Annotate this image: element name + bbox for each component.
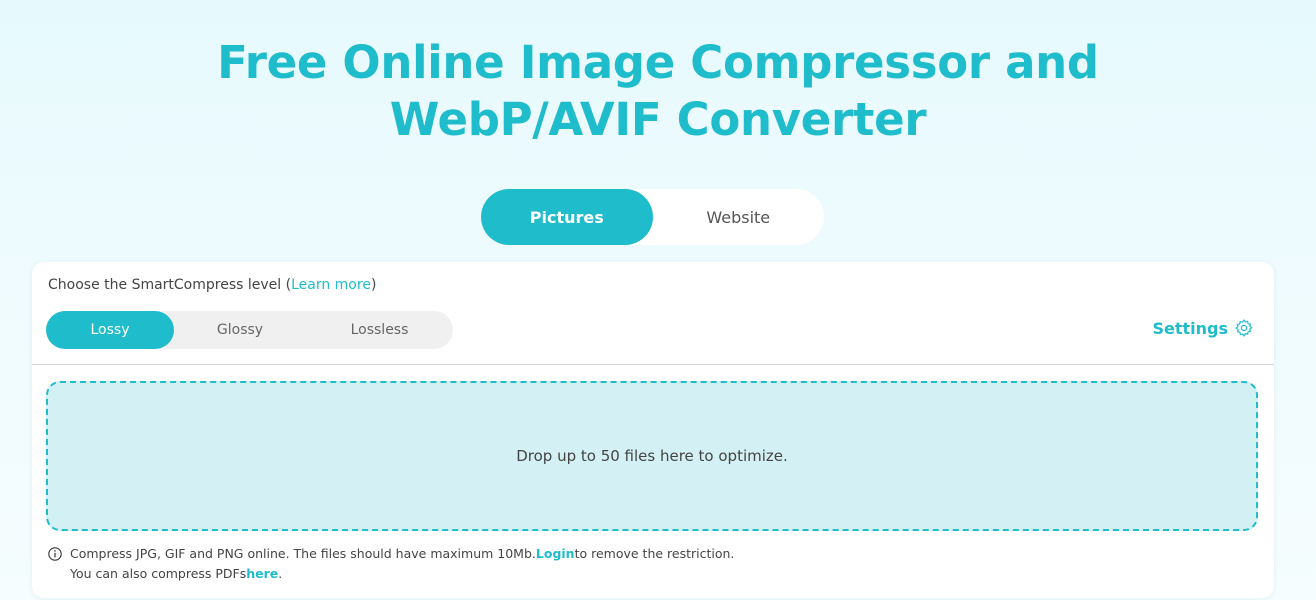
level-lossy-button[interactable]: Lossy bbox=[46, 311, 174, 349]
settings-button[interactable]: Settings bbox=[1152, 318, 1254, 338]
gear-icon bbox=[1234, 318, 1254, 338]
page-title: Free Online Image Compressor and WebP/AV… bbox=[0, 34, 1316, 148]
learn-more-link[interactable]: Learn more bbox=[291, 277, 371, 293]
page-title-line1: Free Online Image Compressor and bbox=[217, 36, 1099, 89]
compress-level-label-suffix: ) bbox=[370, 277, 377, 293]
info-line-2-suffix: . bbox=[278, 566, 283, 581]
info-line-2: You can also compress PDFs here. bbox=[48, 564, 734, 584]
info-line-1-text: Compress JPG, GIF and PNG online. The fi… bbox=[70, 546, 536, 561]
divider bbox=[32, 364, 1274, 365]
compressor-card: Choose the SmartCompress level (Learn mo… bbox=[32, 262, 1274, 598]
settings-label: Settings bbox=[1152, 318, 1228, 338]
pdf-here-link[interactable]: here bbox=[246, 564, 278, 584]
info-line-1: Compress JPG, GIF and PNG online. The fi… bbox=[48, 544, 734, 564]
level-glossy-button[interactable]: Glossy bbox=[174, 311, 306, 349]
compress-level-label: Choose the SmartCompress level (Learn mo… bbox=[48, 277, 376, 293]
level-lossless-button[interactable]: Lossless bbox=[306, 311, 453, 349]
compress-level-toggle: Lossy Glossy Lossless bbox=[46, 311, 453, 349]
dropzone-text: Drop up to 50 files here to optimize. bbox=[516, 447, 788, 465]
info-line-2-text: You can also compress PDFs bbox=[70, 566, 247, 581]
info-line-1-suffix: to remove the restriction. bbox=[574, 546, 735, 561]
info-icon bbox=[48, 547, 62, 561]
login-link[interactable]: Login bbox=[536, 544, 575, 564]
file-dropzone[interactable]: Drop up to 50 files here to optimize. bbox=[46, 381, 1258, 531]
tab-pictures[interactable]: Pictures bbox=[481, 189, 653, 245]
tab-website[interactable]: Website bbox=[653, 189, 825, 245]
compress-level-label-prefix: Choose the SmartCompress level ( bbox=[48, 277, 292, 293]
info-notice: Compress JPG, GIF and PNG online. The fi… bbox=[48, 544, 734, 584]
mode-toggle: Pictures Website bbox=[481, 189, 824, 245]
page-title-line2: WebP/AVIF Converter bbox=[389, 93, 927, 146]
